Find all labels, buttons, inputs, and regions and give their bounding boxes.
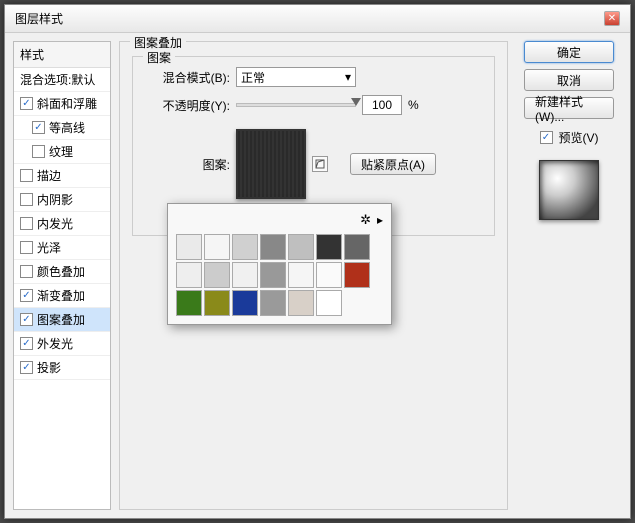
- sidebar-item[interactable]: ✓ 投影: [14, 356, 110, 380]
- pattern-swatch[interactable]: [344, 262, 370, 288]
- checkbox[interactable]: ✓: [32, 121, 45, 134]
- pattern-swatch[interactable]: [204, 290, 230, 316]
- pattern-swatch[interactable]: [260, 234, 286, 260]
- checkbox[interactable]: [20, 241, 33, 254]
- sidebar-item[interactable]: 颜色叠加: [14, 260, 110, 284]
- pattern-swatch[interactable]: [176, 290, 202, 316]
- sidebar-item-label: 外发光: [37, 335, 73, 352]
- sidebar-item-label: 斜面和浮雕: [37, 95, 97, 112]
- sidebar-item-label: 图案叠加: [37, 311, 85, 328]
- sidebar-item-label: 内阴影: [37, 191, 73, 208]
- checkbox[interactable]: [20, 193, 33, 206]
- blend-mode-value: 正常: [241, 69, 265, 86]
- sidebar-item[interactable]: ✓ 图案叠加: [14, 308, 110, 332]
- pattern-swatch[interactable]: [288, 290, 314, 316]
- pattern-swatch[interactable]: [260, 290, 286, 316]
- style-list: 样式 混合选项:默认 ✓ 斜面和浮雕 ✓ 等高线纹理描边内阴影内发光光泽颜色叠加 ✓ 渐变…: [13, 41, 111, 510]
- pattern-swatch[interactable]: [260, 262, 286, 288]
- chevron-down-icon: ▾: [345, 70, 351, 84]
- gear-icon[interactable]: ✲: [360, 212, 371, 228]
- pattern-swatch[interactable]: [204, 262, 230, 288]
- close-icon[interactable]: ✕: [604, 11, 620, 26]
- blend-mode-select[interactable]: 正常 ▾: [236, 67, 356, 87]
- pattern-swatch[interactable]: [232, 290, 258, 316]
- pattern-swatch[interactable]: [288, 234, 314, 260]
- pattern-swatch[interactable]: [176, 262, 202, 288]
- titlebar: 图层样式 ✕: [5, 5, 630, 33]
- dialog-title: 图层样式: [15, 10, 63, 27]
- sidebar-item[interactable]: 光泽: [14, 236, 110, 260]
- cancel-button[interactable]: 取消: [524, 69, 614, 91]
- sidebar-item-label: 投影: [37, 359, 61, 376]
- preview-label: 预览(V): [559, 129, 599, 146]
- sidebar-item[interactable]: ✓ 等高线: [14, 116, 110, 140]
- style-preview: [539, 160, 599, 220]
- layer-style-dialog: 图层样式 ✕ 样式 混合选项:默认 ✓ 斜面和浮雕 ✓ 等高线纹理描边内阴影内发光光泽…: [4, 4, 631, 519]
- checkbox[interactable]: [20, 217, 33, 230]
- checkbox[interactable]: ✓: [20, 289, 33, 302]
- opacity-slider[interactable]: [236, 103, 356, 107]
- sidebar-item[interactable]: ✓ 斜面和浮雕: [14, 92, 110, 116]
- opacity-input[interactable]: [362, 95, 402, 115]
- pattern-preview[interactable]: [236, 129, 306, 199]
- sidebar-item[interactable]: 纹理: [14, 140, 110, 164]
- pattern-swatch[interactable]: [316, 290, 342, 316]
- new-pattern-icon[interactable]: [312, 156, 328, 172]
- preview-checkbox[interactable]: ✓: [540, 131, 553, 144]
- blend-mode-label: 混合模式(B):: [145, 69, 230, 86]
- checkbox[interactable]: ✓: [20, 337, 33, 350]
- pattern-label: 图案:: [145, 156, 230, 173]
- opacity-label: 不透明度(Y):: [145, 97, 230, 114]
- style-list-header: 样式: [14, 42, 110, 68]
- sidebar-item[interactable]: 内阴影: [14, 188, 110, 212]
- ok-button[interactable]: 确定: [524, 41, 614, 63]
- sidebar-item-label: 纹理: [49, 143, 73, 160]
- sidebar-item-label: 描边: [37, 167, 61, 184]
- pattern-swatch[interactable]: [288, 262, 314, 288]
- pattern-swatch[interactable]: [232, 262, 258, 288]
- checkbox[interactable]: [32, 145, 45, 158]
- sidebar-item[interactable]: ✓ 渐变叠加: [14, 284, 110, 308]
- pattern-swatch[interactable]: [176, 234, 202, 260]
- pattern-swatch[interactable]: [344, 234, 370, 260]
- blend-options-row[interactable]: 混合选项:默认: [14, 68, 110, 92]
- sidebar-item-label: 等高线: [49, 119, 85, 136]
- sidebar-item[interactable]: 内发光: [14, 212, 110, 236]
- pattern-picker-popup: ✲ ▸: [167, 203, 392, 325]
- checkbox[interactable]: [20, 169, 33, 182]
- opacity-unit: %: [408, 98, 419, 112]
- checkbox[interactable]: ✓: [20, 313, 33, 326]
- pattern-swatch[interactable]: [204, 234, 230, 260]
- pattern-swatch[interactable]: [316, 234, 342, 260]
- snap-origin-button[interactable]: 贴紧原点(A): [350, 153, 436, 175]
- sidebar-item[interactable]: ✓ 外发光: [14, 332, 110, 356]
- checkbox[interactable]: ✓: [20, 97, 33, 110]
- picker-menu-icon[interactable]: ▸: [377, 213, 383, 227]
- checkbox[interactable]: ✓: [20, 361, 33, 374]
- inner-title: 图案: [143, 49, 175, 66]
- sidebar-item-label: 内发光: [37, 215, 73, 232]
- sidebar-item-label: 颜色叠加: [37, 263, 85, 280]
- checkbox[interactable]: [20, 265, 33, 278]
- sidebar-item-label: 光泽: [37, 239, 61, 256]
- pattern-swatch[interactable]: [316, 262, 342, 288]
- new-style-button[interactable]: 新建样式(W)...: [524, 97, 614, 119]
- sidebar-item[interactable]: 描边: [14, 164, 110, 188]
- sidebar-item-label: 渐变叠加: [37, 287, 85, 304]
- pattern-swatch[interactable]: [232, 234, 258, 260]
